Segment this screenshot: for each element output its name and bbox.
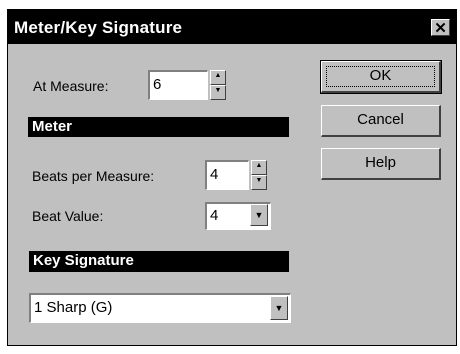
at-measure-spinner[interactable]: ▲ ▼	[210, 70, 226, 100]
meter-section-header: Meter	[28, 117, 289, 137]
spin-up-icon[interactable]: ▲	[251, 160, 267, 175]
meter-key-signature-dialog: Meter/Key Signature ✕ At Measure: 6 ▲ ▼ …	[7, 9, 457, 346]
cancel-button[interactable]: Cancel	[321, 105, 441, 137]
key-signature-selected: 1 Sharp (G)	[34, 299, 113, 316]
close-button[interactable]: ✕	[431, 19, 450, 37]
beat-value-selected: 4	[210, 207, 219, 224]
spin-up-icon[interactable]: ▲	[210, 70, 226, 85]
title-bar[interactable]: Meter/Key Signature ✕	[8, 10, 456, 44]
beat-value-label: Beat Value:	[32, 208, 104, 224]
help-button-label: Help	[365, 154, 396, 171]
beats-per-measure-label: Beats per Measure:	[32, 168, 155, 184]
key-signature-section-header: Key Signature	[29, 251, 289, 272]
chevron-down-icon[interactable]: ▼	[270, 296, 288, 320]
key-signature-select[interactable]: 1 Sharp (G)	[29, 293, 291, 323]
cancel-button-label: Cancel	[357, 111, 404, 128]
chevron-down-icon[interactable]: ▼	[250, 204, 268, 226]
ok-button[interactable]: OK	[320, 60, 442, 94]
window-title: Meter/Key Signature	[14, 18, 183, 37]
beats-per-measure-input[interactable]: 4	[205, 160, 249, 190]
spin-down-icon[interactable]: ▼	[210, 85, 226, 100]
close-icon: ✕	[434, 20, 447, 37]
spin-down-icon[interactable]: ▼	[251, 175, 267, 190]
at-measure-label: At Measure:	[33, 78, 109, 94]
at-measure-input[interactable]: 6	[148, 70, 208, 100]
focus-rectangle	[326, 66, 435, 87]
beats-per-measure-spinner[interactable]: ▲ ▼	[251, 160, 267, 190]
help-button[interactable]: Help	[321, 148, 441, 180]
